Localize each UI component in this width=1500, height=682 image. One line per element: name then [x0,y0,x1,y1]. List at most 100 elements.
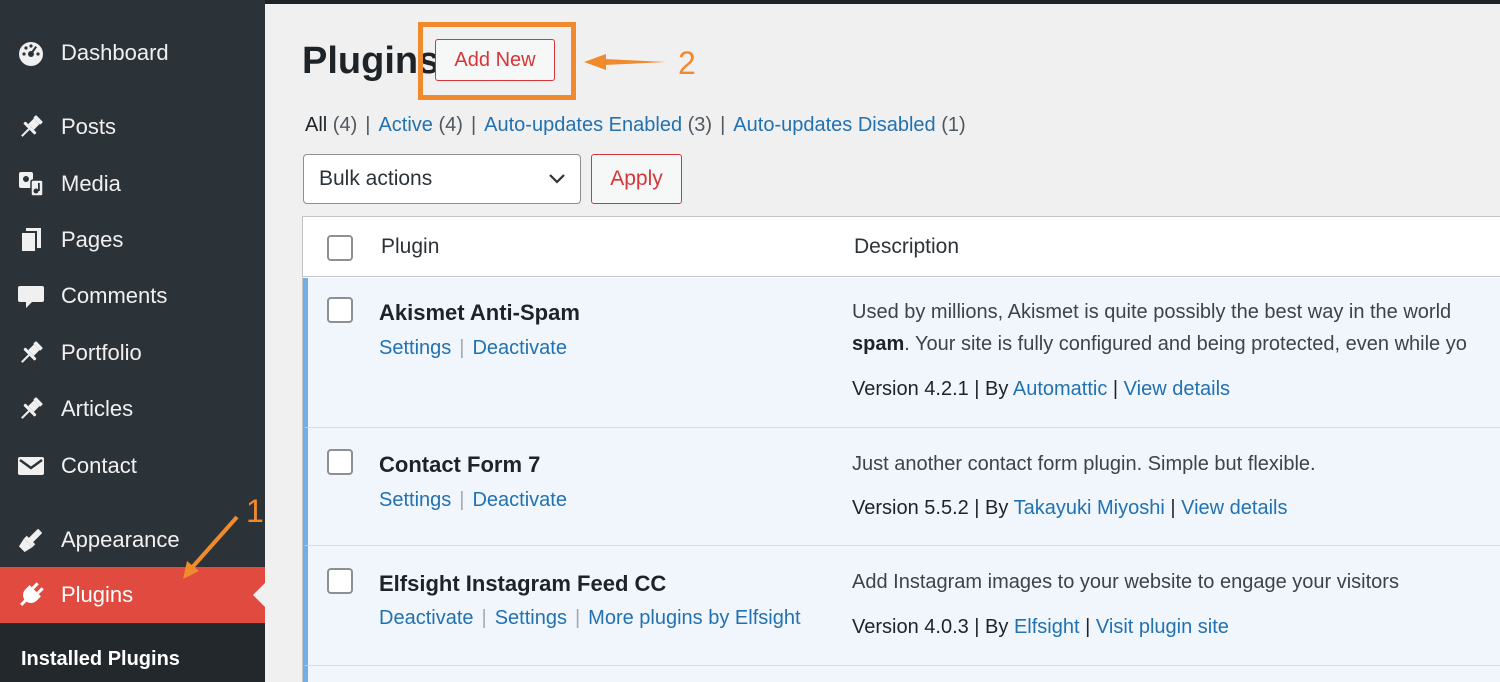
pin-icon [16,394,46,424]
plugin-meta: Version 5.5.2 | By Takayuki Miyoshi | Vi… [852,497,1287,520]
sidebar-item-pages[interactable]: Pages [0,212,265,268]
sidebar-item-label: Dashboard [61,40,169,65]
bulk-actions-value: Bulk actions [319,167,433,190]
deactivate-link[interactable]: Deactivate [379,607,474,629]
plugins-table: Plugin Description Akismet Anti-Spam Set… [302,216,1500,682]
page-title: Plugins [302,40,440,82]
filter-auto-updates-enabled-count: (3) [687,114,713,136]
meta-separator: | [1170,497,1176,519]
action-separator: | [574,607,581,629]
sidebar-item-posts[interactable]: Posts [0,99,265,155]
sidebar-item-label: Posts [61,114,117,139]
sidebar-item-label: Media [61,171,121,196]
annotation-arrow-2 [584,54,666,70]
deactivate-link[interactable]: Deactivate [472,337,567,359]
plugin-description: Used by millions, Akismet is quite possi… [852,301,1452,323]
sidebar-item-label: Appearance [61,527,180,552]
deactivate-link[interactable]: Deactivate [472,489,567,511]
table-row: Elfsight Instagram Feed CC Deactivate | Se… [303,546,1500,666]
dashboard-icon [16,38,46,68]
main-content: Plugins Add New All (4) | Active (4) | Auto-… [265,4,1500,682]
annotation-number-2: 2 [678,45,696,81]
meta-separator: | [1112,378,1119,400]
sidebar-item-label: Portfolio [61,340,142,365]
column-header-plugin[interactable]: Plugin [381,235,439,259]
sidebar-item-dashboard[interactable]: Dashboard [0,25,265,81]
add-new-button[interactable]: Add New [435,39,555,81]
author-link[interactable]: Takayuki Miyoshi [1014,497,1165,519]
plugins-submenu: Installed Plugins [0,624,265,682]
plugin-icon [16,580,46,610]
select-all-checkbox[interactable] [327,235,353,261]
bulk-actions-select[interactable]: Bulk actions [303,154,581,204]
pin-icon [16,112,46,142]
envelope-icon [16,451,46,481]
action-separator: | [459,337,465,359]
view-details-link[interactable]: View details [1181,497,1287,519]
plugin-status-filters: All (4) | Active (4) | Auto-updates Enabled … [305,114,966,137]
plugin-version: Version 4.0.3 | By [852,616,1009,638]
submenu-item-installed-plugins[interactable]: Installed Plugins [21,648,180,671]
filter-auto-updates-disabled-count: (1) [941,114,966,136]
apply-button[interactable]: Apply [591,154,682,204]
sidebar-item-label: Contact [61,453,137,478]
filter-active-count: (4) [438,114,463,136]
filter-separator: | [470,114,477,136]
plugin-description-line2: spam. Your site is fully configured and … [852,333,1467,356]
filter-all[interactable]: All [305,114,327,136]
table-row [303,666,1500,682]
author-link[interactable]: Elfsight [1014,616,1080,638]
sidebar-item-contact[interactable]: Contact [0,438,265,494]
filter-all-count: (4) [332,114,358,136]
table-header: Plugin Description [303,217,1500,277]
column-header-description: Description [854,235,960,258]
row-actions: Settings | Deactivate [379,489,567,512]
description-bold-text: spam [852,333,905,355]
sidebar-item-label: Plugins [61,582,134,607]
author-link[interactable]: Automattic [1013,378,1107,400]
visit-plugin-site-link[interactable]: Visit plugin site [1096,616,1229,638]
plugin-version: Version 4.2.1 | By [852,378,1009,400]
filter-auto-updates-enabled[interactable]: Auto-updates Enabled [484,114,682,136]
annotation-number-1: 1 [246,493,264,529]
annotation-arrow-1 [183,515,239,579]
table-row: Akismet Anti-Spam Settings | Deactivate Us… [303,278,1500,428]
row-actions: Deactivate | Settings | More plugins by Elfs… [379,607,801,630]
settings-link[interactable]: Settings [379,489,451,511]
sidebar-item-portfolio[interactable]: Portfolio [0,325,265,381]
row-actions: Settings | Deactivate [379,337,567,360]
settings-link[interactable]: Settings [495,607,567,629]
settings-link[interactable]: Settings [379,337,451,359]
sidebar-item-label: Comments [61,283,168,308]
pin-icon [16,338,46,368]
pages-icon [16,225,46,255]
more-plugins-link[interactable]: More plugins by Elfsight [588,607,800,629]
action-separator: | [459,489,465,511]
filter-auto-updates-disabled[interactable]: Auto-updates Disabled [733,114,935,136]
plugin-meta: Version 4.0.3 | By Elfsight | Visit plug… [852,616,1229,639]
row-checkbox[interactable] [327,449,353,475]
sidebar-item-media[interactable]: Media [0,156,265,212]
row-checkbox[interactable] [327,568,353,594]
media-icon [16,169,46,199]
brush-icon [16,525,46,555]
plugin-description: Add Instagram images to your website to … [852,571,1399,593]
sidebar-item-label: Pages [61,227,124,252]
filter-separator: | [365,114,371,136]
description-text: . Your site is fully configured and bein… [904,333,1467,355]
action-separator: | [481,607,487,629]
meta-separator: | [1085,616,1091,638]
chevron-down-icon [548,169,566,187]
plugin-version: Version 5.5.2 | By [852,497,1009,519]
filter-active[interactable]: Active [378,114,432,136]
row-checkbox[interactable] [327,297,353,323]
sidebar-item-comments[interactable]: Comments [0,268,265,324]
comment-icon [16,281,46,311]
plugin-name: Akismet Anti-Spam [379,300,580,325]
plugin-description: Just another contact form plugin. Simple… [852,453,1316,475]
plugin-meta: Version 4.2.1 | By Automattic | View det… [852,378,1230,401]
filter-separator: | [720,114,726,136]
table-row: Contact Form 7 Settings | Deactivate Just … [303,428,1500,546]
view-details-link[interactable]: View details [1124,378,1230,400]
sidebar-item-articles[interactable]: Articles [0,381,265,437]
